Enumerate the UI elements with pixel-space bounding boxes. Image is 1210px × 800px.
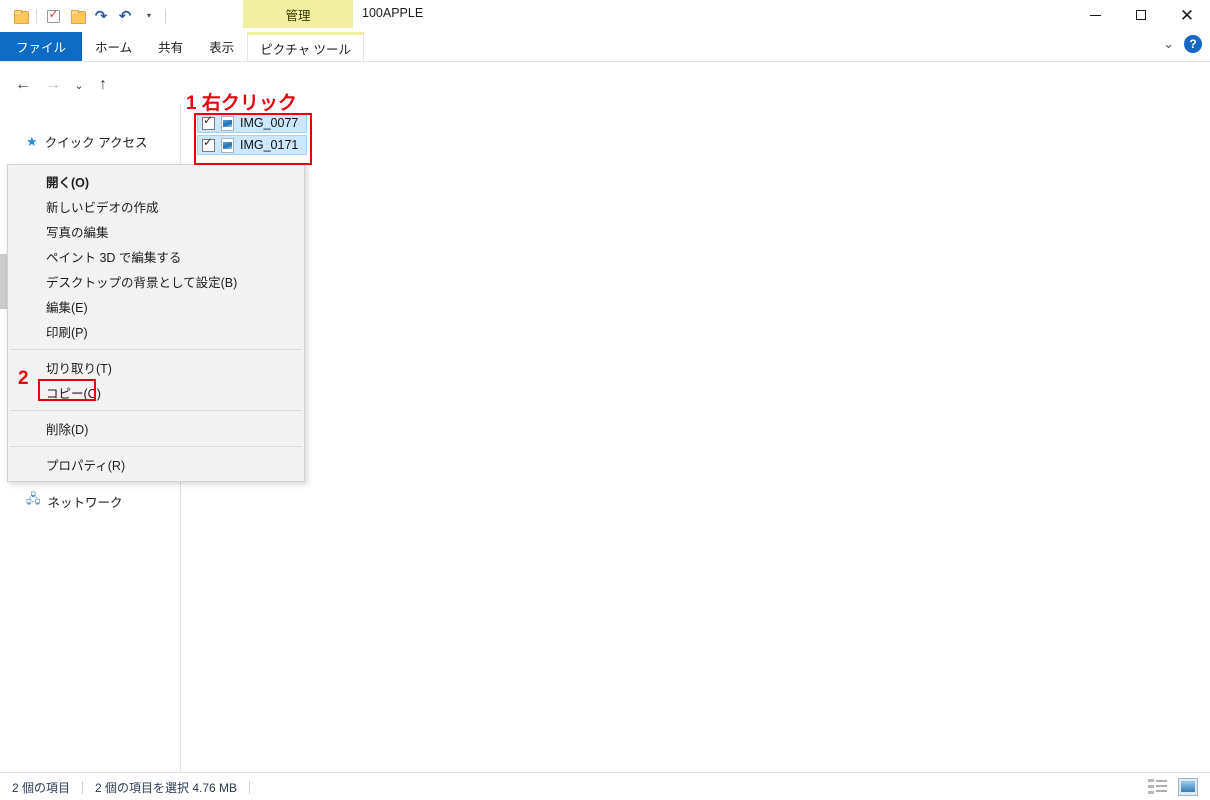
- navigation-bar: ← → ⌄ ↑ ❯ PC ❯ Apple iPhone ❯ Internal S…: [0, 66, 1210, 168]
- annotation-step-1: 1 右クリック: [186, 93, 297, 114]
- file-item-img-0171[interactable]: IMG_0171: [197, 135, 308, 155]
- window-controls: ✕: [1072, 0, 1210, 30]
- context-menu-item-delete[interactable]: 削除(D): [8, 416, 304, 441]
- sidebar-item-quick-access[interactable]: ★ クイック アクセス: [26, 132, 148, 151]
- context-menu-item-properties[interactable]: プロパティ(R): [8, 452, 304, 477]
- tab-picture-tools[interactable]: ピクチャ ツール: [247, 32, 365, 61]
- context-menu-item-edit[interactable]: 編集(E): [8, 294, 304, 319]
- file-list-pane[interactable]: IMG_0077 IMG_0171: [182, 104, 1210, 772]
- folder-icon[interactable]: [8, 4, 32, 28]
- file-checkbox[interactable]: [202, 136, 215, 152]
- view-mode-buttons: [1148, 778, 1198, 796]
- context-menu-item-cut[interactable]: 切り取り(T): [8, 355, 304, 380]
- tab-home[interactable]: ホーム: [82, 32, 145, 61]
- context-menu: 開く(O) 新しいビデオの作成 写真の編集 ペイント 3D で編集する デスクト…: [7, 164, 305, 482]
- qat-divider-2: [165, 8, 166, 24]
- annotation-step-2: 2: [18, 368, 29, 389]
- back-button[interactable]: ←: [12, 74, 34, 96]
- network-icon: 🖧: [26, 491, 41, 506]
- sidebar-item-network[interactable]: 🖧 ネットワーク: [26, 490, 123, 512]
- properties-icon[interactable]: [41, 4, 65, 28]
- ribbon-tabs: ファイル ホーム 共有 表示 ピクチャ ツール: [0, 32, 365, 61]
- tab-view[interactable]: 表示: [196, 32, 247, 61]
- scrollbar-thumb[interactable]: [0, 254, 7, 309]
- context-menu-item-edit-photo[interactable]: 写真の編集: [8, 219, 304, 244]
- star-icon: ★: [26, 133, 38, 149]
- recent-locations-icon[interactable]: ⌄: [68, 74, 90, 96]
- file-item-img-0077[interactable]: IMG_0077: [197, 113, 308, 133]
- maximize-button[interactable]: [1118, 0, 1164, 30]
- file-checkbox[interactable]: [202, 114, 215, 130]
- help-icon[interactable]: ?: [1184, 35, 1202, 53]
- ribbon-tab-bar: ファイル ホーム 共有 表示 ピクチャ ツール ⌄ ?: [0, 32, 1210, 62]
- up-button[interactable]: ↑: [92, 74, 114, 96]
- new-folder-icon[interactable]: [65, 4, 89, 28]
- tab-file[interactable]: ファイル: [0, 32, 83, 61]
- file-explorer-window: ↷ ↶ ▾ 管理 100APPLE ✕ ファイル ホーム 共有 表示 ピクチャ …: [0, 0, 1210, 800]
- minimize-button[interactable]: [1072, 0, 1118, 30]
- status-item-count: 2 個の項目: [12, 781, 71, 795]
- window-title: 100APPLE: [362, 6, 424, 20]
- status-bar-text: 2 個の項目 2 個の項目を選択 4.76 MB: [12, 779, 262, 796]
- details-view-icon[interactable]: [1148, 778, 1168, 796]
- chevron-down-icon[interactable]: ⌄: [1163, 36, 1174, 52]
- navigation-pane-scrollbar[interactable]: [0, 104, 7, 772]
- context-menu-item-edit-with-paint-3d[interactable]: ペイント 3D で編集する: [8, 244, 304, 269]
- file-name-label: IMG_0171: [240, 138, 299, 152]
- context-menu-item-print[interactable]: 印刷(P): [8, 319, 304, 344]
- sidebar-item-label: ネットワーク: [47, 495, 123, 510]
- status-bar: 2 個の項目 2 個の項目を選択 4.76 MB: [0, 772, 1210, 800]
- context-menu-item-open[interactable]: 開く(O): [8, 169, 304, 194]
- file-name-label: IMG_0077: [240, 116, 299, 130]
- forward-button[interactable]: →: [42, 74, 64, 96]
- context-menu-item-create-new-video[interactable]: 新しいビデオの作成: [8, 194, 304, 219]
- sidebar-item-label: クイック アクセス: [44, 136, 148, 150]
- status-selection-info: 2 個の項目を選択 4.76 MB: [95, 781, 238, 795]
- context-menu-item-copy[interactable]: コピー(C): [8, 380, 304, 405]
- contextual-tab-group-label: 管理: [243, 0, 353, 28]
- large-icons-view-icon[interactable]: [1178, 778, 1198, 796]
- context-menu-item-set-as-desktop-background[interactable]: デスクトップの背景として設定(B): [8, 269, 304, 294]
- status-divider: [82, 781, 84, 794]
- picture-file-icon: [221, 137, 234, 153]
- picture-file-icon: [221, 115, 234, 131]
- close-button[interactable]: ✕: [1164, 0, 1210, 30]
- undo-icon[interactable]: ↶: [113, 4, 137, 28]
- title-bar: ↷ ↶ ▾ 管理 100APPLE ✕: [0, 0, 1210, 32]
- qat-divider-1: [36, 8, 37, 24]
- customize-caret-icon[interactable]: ▾: [137, 4, 161, 28]
- status-divider-2: [249, 781, 251, 794]
- context-menu-separator: [10, 410, 302, 411]
- redo-icon[interactable]: ↷: [89, 4, 113, 28]
- ribbon-right-controls: ⌄ ?: [1163, 35, 1202, 53]
- context-menu-separator: [10, 446, 302, 447]
- quick-access-toolbar: ↷ ↶ ▾: [8, 4, 170, 28]
- tab-share[interactable]: 共有: [145, 32, 196, 61]
- context-menu-separator: [10, 349, 302, 350]
